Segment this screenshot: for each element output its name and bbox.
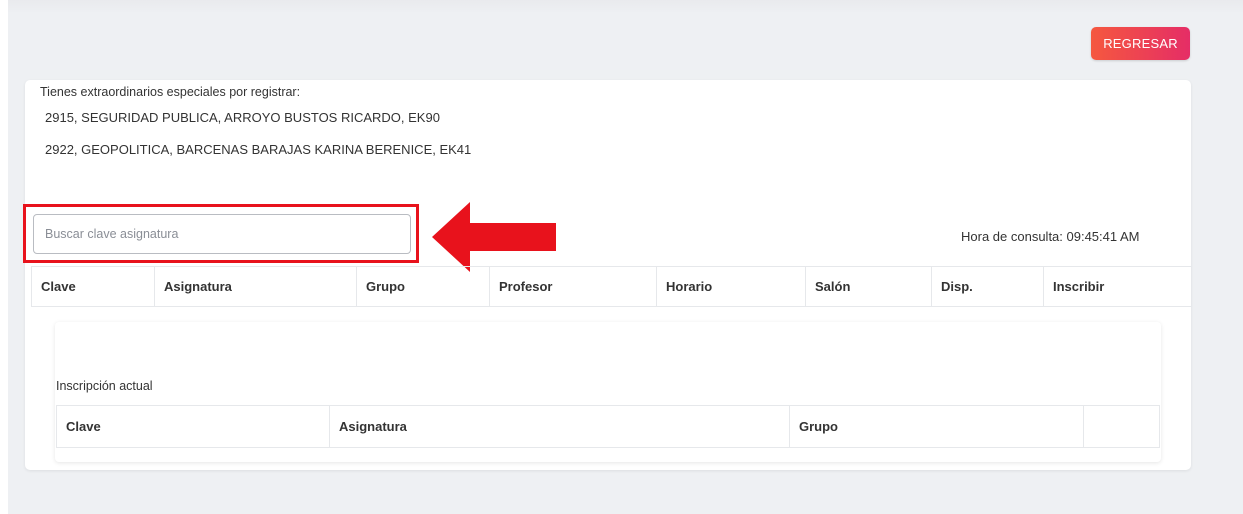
column-header: Horario — [656, 266, 806, 307]
column-header: Asignatura — [154, 266, 357, 307]
column-header: Asignatura — [329, 405, 790, 448]
query-time: Hora de consulta: 09:45:41 AM — [961, 229, 1140, 244]
column-header: Grupo — [356, 266, 490, 307]
current-table-header: Clave Asignatura Grupo — [56, 405, 1160, 448]
notice-title: Tienes extraordinarios especiales por re… — [40, 85, 301, 99]
search-input[interactable] — [33, 214, 411, 254]
current-enrollment-table: Clave Asignatura Grupo — [56, 405, 1160, 448]
notice-item: 2915, SEGURIDAD PUBLICA, ARROYO BUSTOS R… — [45, 110, 440, 125]
column-header: Salón — [805, 266, 932, 307]
left-arrow-icon — [432, 202, 556, 272]
column-header: Profesor — [489, 266, 657, 307]
column-header: Grupo — [789, 405, 1084, 448]
column-header — [1083, 405, 1160, 448]
back-button[interactable]: REGRESAR — [1091, 27, 1190, 60]
notice-item: 2922, GEOPOLITICA, BARCENAS BARAJAS KARI… — [45, 142, 472, 157]
column-header: Clave — [56, 405, 330, 448]
column-header: Inscribir — [1043, 266, 1192, 307]
offer-table-header: Clave Asignatura Grupo Profesor Horario … — [31, 266, 1192, 307]
column-header: Disp. — [931, 266, 1044, 307]
current-enrollment-title: Inscripción actual — [56, 379, 153, 393]
column-header: Clave — [31, 266, 155, 307]
offer-table: Clave Asignatura Grupo Profesor Horario … — [31, 266, 1192, 307]
